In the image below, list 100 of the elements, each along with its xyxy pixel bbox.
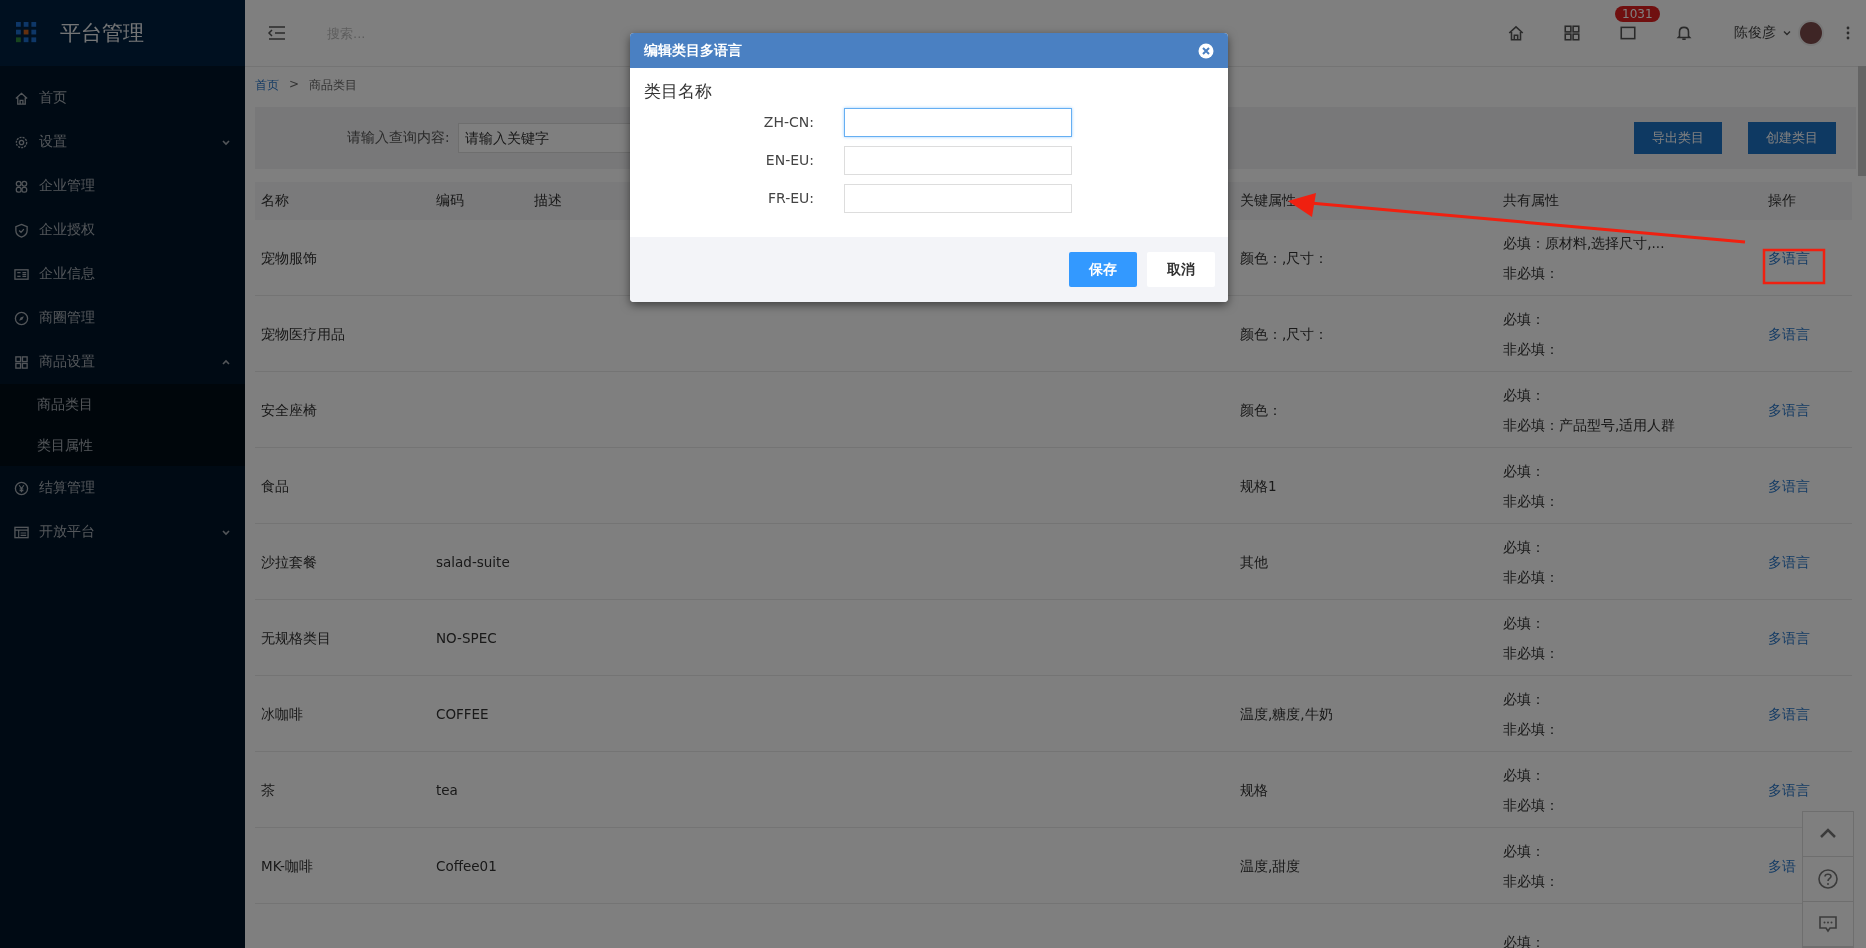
required-attributes: 必填： <box>1503 310 1546 327</box>
close-icon[interactable] <box>1198 42 1214 59</box>
field-label: FR-EU: <box>766 190 815 206</box>
more-icon[interactable] <box>1846 25 1850 41</box>
menu-icon[interactable] <box>267 24 287 42</box>
table-cell: COFFEE <box>436 705 489 722</box>
box-icon[interactable] <box>1619 24 1637 42</box>
sidebar-item[interactable]: 设置 <box>0 120 245 164</box>
grid-icon[interactable] <box>1563 24 1581 42</box>
breadcrumb-item[interactable]: 首页 <box>255 77 279 94</box>
filter-label: 请输入查询内容: <box>347 129 450 147</box>
table-cell: 规格1 <box>1240 477 1277 494</box>
optional-attributes: 非必填： <box>1503 264 1560 281</box>
optional-attributes: 非必填： <box>1503 872 1560 889</box>
table-cell: salad-suite <box>436 553 510 570</box>
multilanguage-link[interactable]: 多语言 <box>1768 477 1810 494</box>
required-attributes: 必填： <box>1503 386 1546 403</box>
table-cell: Coffee01 <box>436 857 497 874</box>
sidebar-item[interactable]: 结算管理 <box>0 466 245 510</box>
column-header: 操作 <box>1762 182 1852 220</box>
table-cell: 宠物服饰 <box>261 249 317 266</box>
multilanguage-link[interactable]: 多语 <box>1768 857 1796 874</box>
table-cell: 茶 <box>261 781 275 798</box>
table-cell: 沙拉套餐 <box>261 553 317 570</box>
field-label: EN-EU: <box>764 152 815 168</box>
table-cell: 冰咖啡 <box>261 705 303 722</box>
dialog-title: 编辑类目多语言 <box>644 41 743 60</box>
required-attributes: 必填： <box>1503 538 1546 555</box>
table-cell: tea <box>436 781 458 798</box>
sidebar-subitem[interactable]: 类目属性 <box>0 425 245 466</box>
user-name[interactable]: 陈俊彦 <box>1734 24 1776 42</box>
column-header: 名称 <box>255 182 430 220</box>
multilanguage-link[interactable]: 多语言 <box>1768 781 1810 798</box>
optional-attributes: 非必填： <box>1503 340 1560 357</box>
sidebar-item[interactable]: 企业信息 <box>0 252 245 296</box>
required-attributes: 必填： <box>1503 766 1546 783</box>
action-button[interactable]: 导出类目 <box>1634 122 1722 154</box>
table-cell: 食品 <box>261 477 289 494</box>
optional-attributes: 非必填： <box>1503 796 1560 813</box>
chat-icon[interactable] <box>1817 913 1839 935</box>
table-cell: 安全座椅 <box>261 401 317 418</box>
optional-attributes: 非必填：产品型号,适用人群 <box>1503 416 1677 433</box>
column-header: 编码 <box>430 182 528 220</box>
sidebar-item[interactable]: 企业管理 <box>0 164 245 208</box>
action-button[interactable]: 创建类目 <box>1748 122 1836 154</box>
shield-icon <box>14 222 29 238</box>
compass-icon <box>14 310 29 326</box>
required-attributes: 必填： <box>1503 614 1546 631</box>
optional-attributes: 非必填： <box>1503 720 1560 737</box>
multilanguage-link[interactable]: 多语言 <box>1768 705 1810 722</box>
text-field[interactable] <box>844 107 1072 137</box>
app-title: 平台管理 <box>60 20 144 47</box>
required-attributes: 必填：原材料,选择尺寸,... <box>1503 234 1666 251</box>
cancel-button[interactable]: 取消 <box>1147 252 1215 287</box>
table-cell: 其他 <box>1240 553 1268 570</box>
sidebar-subitem[interactable]: 商品类目 <box>0 384 245 425</box>
sidebar-item[interactable]: 首页 <box>0 76 245 120</box>
multilanguage-link[interactable]: 多语言 <box>1768 401 1810 418</box>
required-attributes: 必填： <box>1503 690 1546 707</box>
help-icon[interactable] <box>1817 868 1839 890</box>
table-cell: NO-SPEC <box>436 629 497 646</box>
breadcrumb-item: 商品类目 <box>309 77 358 94</box>
optional-attributes: 非必填： <box>1503 644 1560 661</box>
avatar[interactable] <box>1798 20 1824 46</box>
section-title: 类目名称 <box>644 80 713 103</box>
table-cell: 宠物医疗用品 <box>261 325 345 342</box>
table-cell: 无规格类目 <box>261 629 331 646</box>
multilanguage-link[interactable]: 多语言 <box>1768 629 1810 646</box>
table-cell: 颜色： <box>1240 401 1282 418</box>
optional-attributes: 非必填： <box>1503 568 1560 585</box>
sidebar-item[interactable]: 企业授权 <box>0 208 245 252</box>
required-attributes: 必填： <box>1503 462 1546 479</box>
yen-icon <box>14 480 29 496</box>
bell-icon[interactable] <box>1675 24 1693 42</box>
highlight-frame <box>1762 248 1826 285</box>
grid-icon <box>14 354 29 370</box>
home-icon[interactable] <box>1507 24 1525 42</box>
multilanguage-link[interactable]: 多语言 <box>1768 249 1810 266</box>
column-header: 共有属性 <box>1497 182 1762 220</box>
home-icon <box>14 90 29 106</box>
save-button[interactable]: 保存 <box>1069 252 1137 287</box>
table-cell: 颜色：,尺寸： <box>1240 249 1329 266</box>
card-icon <box>14 266 29 282</box>
table-cell: 温度,甜度 <box>1240 857 1301 874</box>
notification-badge: 1031 <box>1615 6 1660 22</box>
field-label: ZH-CN: <box>762 114 815 130</box>
table-icon <box>14 524 29 540</box>
multilanguage-link[interactable]: 多语言 <box>1768 325 1810 342</box>
table-cell: 规格 <box>1240 781 1268 798</box>
sidebar-item[interactable]: 商品设置 <box>0 340 245 384</box>
table-cell: 颜色：,尺寸： <box>1240 325 1329 342</box>
optional-attributes: 非必填： <box>1503 492 1560 509</box>
gear-icon <box>14 134 29 150</box>
sidebar-item[interactable]: 商圈管理 <box>0 296 245 340</box>
sidebar-item[interactable]: 开放平台 <box>0 510 245 554</box>
dots-grid-icon <box>16 22 38 44</box>
caret-icon[interactable] <box>1782 28 1792 38</box>
scrollbar[interactable] <box>1858 66 1866 176</box>
multilanguage-link[interactable]: 多语言 <box>1768 553 1810 570</box>
table-cell: 温度,糖度,牛奶 <box>1240 705 1333 722</box>
